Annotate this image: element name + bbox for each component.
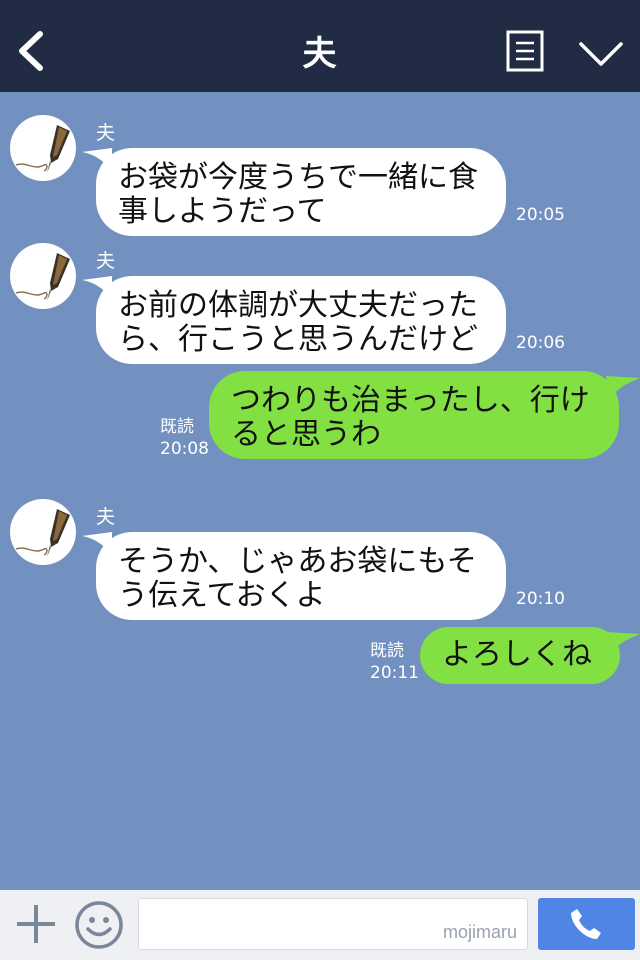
watermark-text: mojimaru	[442, 922, 517, 942]
plus-icon[interactable]	[14, 902, 58, 946]
sender-name: 夫	[96, 122, 116, 144]
chat-header: 夫	[0, 0, 640, 92]
avatar[interactable]	[10, 499, 76, 565]
message-bubble[interactable]: つわりも治まったし、行け ると思うわ	[209, 371, 619, 459]
message-time: 20:06	[516, 333, 565, 353]
message-list[interactable]: 夫 お袋が今度うちで一緒に食 事しようだって 20:05 夫 お前の体調が大丈夫…	[0, 92, 640, 890]
message-time: 20:08	[160, 439, 209, 459]
phone-icon	[571, 909, 601, 939]
bubble-tail	[606, 376, 640, 398]
chevron-down-icon[interactable]	[578, 40, 624, 68]
avatar[interactable]	[10, 115, 76, 181]
message-bubble[interactable]: よろしくね	[420, 627, 620, 684]
sender-name: 夫	[96, 250, 116, 272]
message-bubble[interactable]: お前の体調が大丈夫だった ら、行こうと思うんだけど	[96, 276, 506, 364]
message-text-line: お袋が今度うちで一緒に食	[118, 160, 478, 195]
smiley-icon[interactable]	[74, 900, 124, 950]
chat-title: 夫	[302, 34, 338, 74]
menu-list-icon[interactable]	[506, 30, 544, 72]
message-text-line: つわりも治まったし、行け	[231, 383, 590, 418]
message-time: 20:10	[516, 589, 565, 609]
message-bubble[interactable]: お袋が今度うちで一緒に食 事しようだって	[96, 148, 506, 236]
read-receipt: 既読	[160, 417, 194, 437]
message-text-line: う伝えておくよ	[118, 578, 326, 613]
message-text-line: ら、行こうと思うんだけど	[118, 322, 478, 357]
avatar[interactable]	[10, 243, 76, 309]
bubble-tail	[606, 632, 640, 654]
message-text-line: お前の体調が大丈夫だった	[118, 288, 478, 323]
message-input[interactable]: mojimaru	[138, 898, 528, 950]
message-time: 20:11	[370, 663, 419, 683]
call-button[interactable]	[538, 898, 635, 950]
read-receipt: 既読	[370, 641, 404, 661]
message-text-line: よろしくね	[442, 637, 592, 672]
fountain-pen-icon	[15, 125, 70, 173]
message-text-line: 事しようだって	[118, 194, 327, 229]
message-time: 20:05	[516, 205, 565, 225]
message-text-line: そうか、じゃあお袋にもそ	[118, 544, 477, 579]
fountain-pen-icon	[15, 253, 70, 301]
sender-name: 夫	[96, 506, 116, 528]
message-text-line: ると思うわ	[231, 417, 381, 452]
message-bubble[interactable]: そうか、じゃあお袋にもそ う伝えておくよ	[96, 532, 506, 620]
fountain-pen-icon	[15, 509, 70, 557]
